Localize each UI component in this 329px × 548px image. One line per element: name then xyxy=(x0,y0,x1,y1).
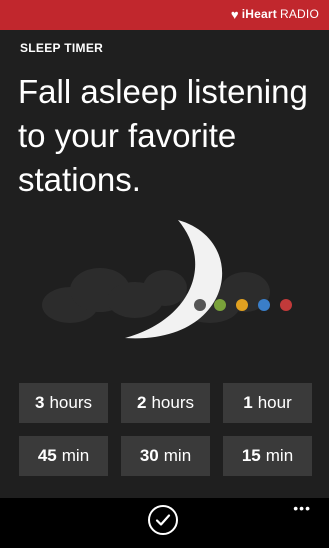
timer-number: 15 xyxy=(241,446,261,465)
timer-number: 45 xyxy=(37,446,57,465)
timer-button-45-min[interactable]: 45 min xyxy=(19,436,108,476)
check-icon xyxy=(155,514,171,526)
moon-illustration xyxy=(42,220,292,339)
timer-unit: hours xyxy=(151,393,194,412)
timer-button-1-hour[interactable]: 1 hour xyxy=(223,383,312,423)
top-bar: ♥ iHeart RADIO xyxy=(0,0,329,30)
page-headline: Fall asleep listening to your favorite s… xyxy=(18,73,308,198)
timer-button-3-hours[interactable]: 3 hours xyxy=(19,383,108,423)
cloud-shapes xyxy=(42,268,270,323)
timer-number: 3 xyxy=(35,393,45,412)
timer-unit: hour xyxy=(257,393,292,412)
timer-unit: min xyxy=(61,446,90,465)
brand-name-bold: iHeart xyxy=(241,7,277,21)
timer-unit: min xyxy=(265,446,294,465)
timer-number: 1 xyxy=(243,393,253,412)
timer-unit: min xyxy=(163,446,192,465)
timer-button-15-min[interactable]: 15 min xyxy=(223,436,312,476)
timer-number: 2 xyxy=(137,393,147,412)
app-bar: ••• xyxy=(0,498,329,548)
timer-options: 3 hours 2 hours 1 hour 45 min 30 min 15 … xyxy=(19,383,312,476)
timer-button-2-hours[interactable]: 2 hours xyxy=(121,383,210,423)
timer-button-30-min[interactable]: 30 min xyxy=(121,436,210,476)
section-title: SLEEP TIMER xyxy=(20,41,104,55)
more-options-button[interactable]: ••• xyxy=(293,500,311,516)
brand-name-light: RADIO xyxy=(279,7,319,21)
brand-logo: ♥ iHeart RADIO xyxy=(231,7,319,21)
heart-icon: ♥ xyxy=(230,6,239,22)
timer-number: 30 xyxy=(139,446,159,465)
timer-unit: hours xyxy=(49,393,92,412)
confirm-button[interactable] xyxy=(148,505,178,535)
